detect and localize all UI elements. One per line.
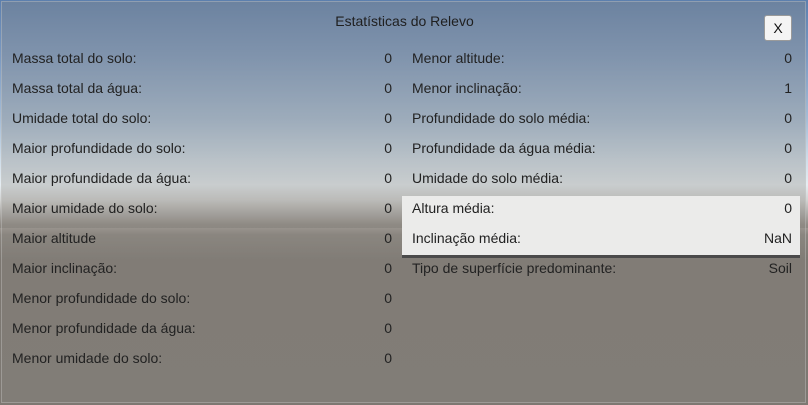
stat-row-menor-profundidade-solo: Menor profundidade do solo: 0: [12, 283, 392, 313]
stat-label: Altura média:: [412, 200, 495, 216]
stat-row-profundidade-solo-media: Profundidade do solo média: 0: [412, 103, 792, 133]
stat-row-massa-total-solo: Massa total do solo: 0: [12, 43, 392, 73]
stat-label: Inclinação média:: [412, 230, 521, 246]
stat-value: 0: [784, 50, 792, 66]
stat-row-menor-umidade-solo: Menor umidade do solo: 0: [12, 343, 392, 373]
stat-value: 1: [784, 80, 792, 96]
stat-value: 0: [784, 110, 792, 126]
stat-row-inclinacao-media: Inclinação média: NaN: [412, 223, 792, 253]
stat-row-maior-inclinacao: Maior inclinação: 0: [12, 253, 392, 283]
stat-value: 0: [384, 200, 392, 216]
stat-value: 0: [384, 110, 392, 126]
stat-value: 0: [384, 260, 392, 276]
stat-label: Menor umidade do solo:: [12, 350, 163, 366]
stat-row-massa-total-agua: Massa total da água: 0: [12, 73, 392, 103]
stat-value: 0: [384, 170, 392, 186]
stat-value: 0: [784, 140, 792, 156]
stat-value: 0: [784, 200, 792, 216]
stat-label: Maior inclinação:: [12, 260, 118, 276]
stat-value: 0: [384, 140, 392, 156]
stat-value: 0: [384, 320, 392, 336]
stat-row-maior-profundidade-agua: Maior profundidade da água: 0: [12, 163, 392, 193]
stat-row-menor-inclinacao: Menor inclinação: 1: [412, 73, 792, 103]
stat-label: Massa total da água:: [12, 80, 142, 96]
window-title: Estatísticas do Relevo: [335, 13, 474, 29]
stats-column-right: Menor altitude: 0 Menor inclinação: 1 Pr…: [412, 43, 792, 283]
stat-row-profundidade-agua-media: Profundidade da água média: 0: [412, 133, 792, 163]
stat-row-maior-umidade-solo: Maior umidade do solo: 0: [12, 193, 392, 223]
stat-value: 0: [384, 290, 392, 306]
stat-row-maior-profundidade-solo: Maior profundidade do solo: 0: [12, 133, 392, 163]
stat-label: Maior altitude: [12, 230, 97, 246]
stat-label: Profundidade do solo média:: [412, 110, 591, 126]
stat-row-altura-media: Altura média: 0: [412, 193, 792, 223]
stat-label: Maior umidade do solo:: [12, 200, 158, 216]
stat-label: Umidade total do solo:: [12, 110, 152, 126]
stat-value: 0: [384, 350, 392, 366]
stat-label: Umidade do solo média:: [412, 170, 563, 186]
stat-label: Massa total do solo:: [12, 50, 137, 66]
stat-row-umidade-total-solo: Umidade total do solo: 0: [12, 103, 392, 133]
stat-row-menor-altitude: Menor altitude: 0: [412, 43, 792, 73]
stat-label: Menor profundidade do solo:: [12, 290, 191, 306]
stat-value: 0: [384, 50, 392, 66]
stat-value: NaN: [763, 230, 792, 246]
close-button[interactable]: X: [764, 15, 792, 41]
stat-row-tipo-superficie: Tipo de superfície predominante: Soil: [412, 253, 792, 283]
stat-value: Soil: [768, 260, 792, 276]
stats-column-left: Massa total do solo: 0 Massa total da ág…: [12, 43, 392, 373]
stat-value: 0: [784, 170, 792, 186]
stat-label: Menor inclinação:: [412, 80, 522, 96]
stat-label: Maior profundidade da água:: [12, 170, 192, 186]
stat-label: Maior profundidade do solo:: [12, 140, 186, 156]
stat-label: Tipo de superfície predominante:: [412, 260, 617, 276]
stat-label: Menor profundidade da água:: [12, 320, 196, 336]
stat-label: Menor altitude:: [412, 50, 505, 66]
stat-value: 0: [384, 80, 392, 96]
stat-row-maior-altitude: Maior altitude 0: [12, 223, 392, 253]
stat-row-umidade-solo-media: Umidade do solo média: 0: [412, 163, 792, 193]
stat-label: Profundidade da água média:: [412, 140, 596, 156]
stat-value: 0: [384, 230, 392, 246]
stat-row-menor-profundidade-agua: Menor profundidade da água: 0: [12, 313, 392, 343]
